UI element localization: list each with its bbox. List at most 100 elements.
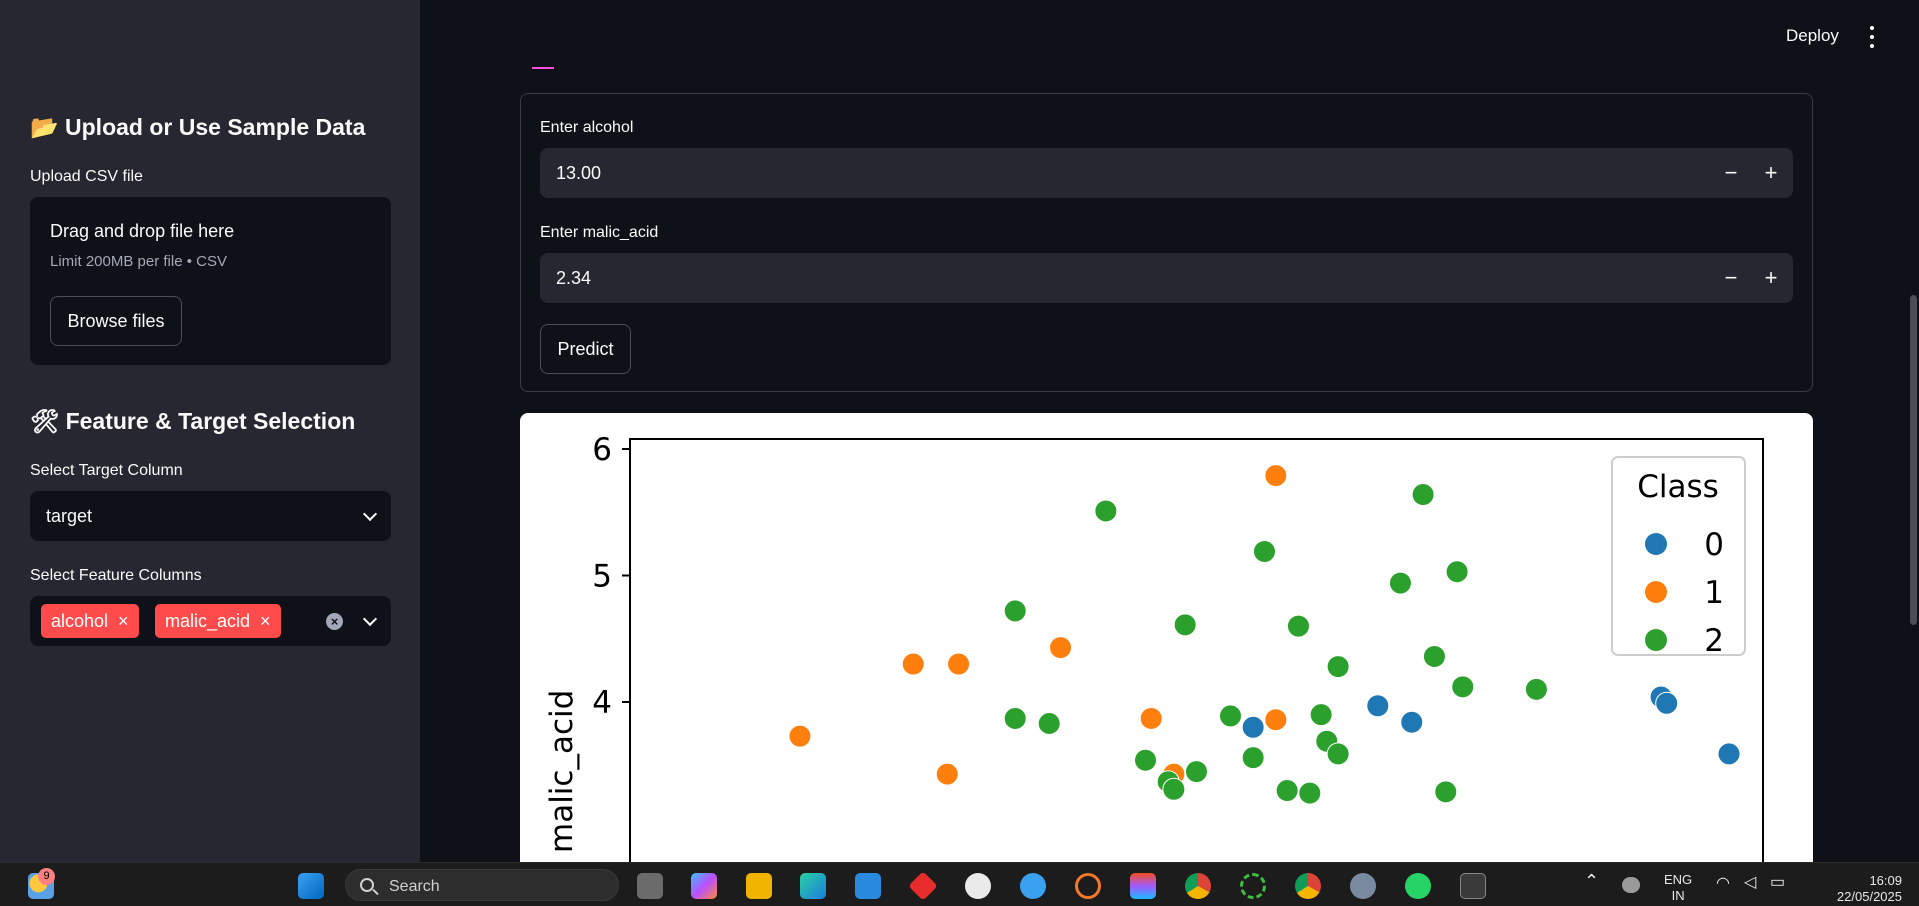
search-label: Search xyxy=(389,878,440,895)
scatter-point-class-2 xyxy=(1003,706,1027,730)
chrome-active-icon[interactable] xyxy=(1295,873,1321,899)
scatter-chart-card: 6 5 4 malic_acid Class 0 1 2 xyxy=(520,413,1813,862)
wifi-icon[interactable]: ◠ xyxy=(1716,876,1730,892)
taskbar: Search ⌃ ENG IN ◠ ◁ ▭ 16:09 22/05/2025 xyxy=(0,862,1919,906)
scatter-point-class-2 xyxy=(1173,613,1197,637)
scatter-point-class-2 xyxy=(1003,599,1027,623)
volume-icon[interactable]: ◁ xyxy=(1744,875,1756,891)
scatter-point-class-2 xyxy=(1241,746,1265,770)
legend-marker xyxy=(1645,629,1667,651)
file-dropzone[interactable]: Drag and drop file here Limit 200MB per … xyxy=(30,197,391,365)
deploy-button[interactable]: Deploy xyxy=(1786,26,1839,46)
scatter-point-class-2 xyxy=(1185,760,1208,784)
dropzone-limit: Limit 200MB per file • CSV xyxy=(50,253,227,270)
notification-badge: 9 xyxy=(38,868,55,885)
scatter-point-class-2 xyxy=(1326,655,1350,679)
app-a-icon[interactable] xyxy=(965,873,991,899)
clock[interactable]: 16:09 22/05/2025 xyxy=(1818,873,1902,905)
jupyter-icon[interactable] xyxy=(1075,873,1101,899)
plot-frame xyxy=(629,438,1764,862)
scatter-point-class-2 xyxy=(1286,614,1310,638)
feature-tag-malic-acid: malic_acid × xyxy=(155,604,281,638)
feature-tag-label: malic_acid xyxy=(165,610,251,631)
onedrive-icon[interactable] xyxy=(1622,877,1640,893)
alcohol-value[interactable]: 13.00 xyxy=(556,163,601,184)
file-explorer-icon[interactable] xyxy=(746,873,772,899)
scatter-point-class-2 xyxy=(1524,677,1548,701)
decrement-button[interactable]: − xyxy=(1717,160,1745,186)
scatter-point-class-2 xyxy=(1162,777,1186,801)
edge-icon[interactable] xyxy=(800,873,826,899)
y-tick-label: 5 xyxy=(592,559,612,595)
y-tick-label: 6 xyxy=(592,432,612,468)
help-icon[interactable] xyxy=(1020,873,1046,899)
scatter-point-class-1 xyxy=(1049,636,1073,660)
terminal-icon[interactable] xyxy=(1460,873,1486,899)
whatsapp-icon[interactable] xyxy=(1405,873,1431,899)
scatter-point-class-1 xyxy=(901,652,925,676)
taskbar-search[interactable]: Search xyxy=(345,869,619,901)
scatter-point-class-1 xyxy=(788,724,812,748)
scatter-point-class-2 xyxy=(1275,779,1299,803)
scatter-point-class-0 xyxy=(1400,710,1424,734)
settings-icon[interactable] xyxy=(1350,873,1376,899)
features-label: Select Feature Columns xyxy=(30,567,202,584)
target-label: Select Target Column xyxy=(30,462,183,479)
upload-label: Upload CSV file xyxy=(30,168,143,185)
chevron-up-icon[interactable]: ⌃ xyxy=(1584,872,1599,890)
loader-app-icon[interactable] xyxy=(1240,873,1266,899)
prediction-form: Enter alcohol 13.00 − + Enter malic_acid… xyxy=(520,93,1813,392)
increment-button[interactable]: + xyxy=(1757,265,1785,291)
malic-acid-number-input[interactable]: 2.34 − + xyxy=(540,253,1793,303)
browse-files-button[interactable]: Browse files xyxy=(50,296,182,346)
divider xyxy=(532,67,554,69)
scatter-point-class-2 xyxy=(1434,780,1458,804)
clock-date: 22/05/2025 xyxy=(1836,889,1902,904)
legend-label: 0 xyxy=(1704,527,1724,563)
scatter-point-class-2 xyxy=(1218,704,1242,728)
language-indicator[interactable]: ENG IN xyxy=(1664,872,1692,904)
scatter-point-class-2 xyxy=(1298,781,1322,805)
y-tick-label: 4 xyxy=(592,685,612,721)
scatter-point-class-0 xyxy=(1241,715,1265,739)
remove-tag-icon[interactable]: × xyxy=(118,611,129,632)
scatter-point-class-1 xyxy=(947,652,971,676)
store-icon[interactable] xyxy=(855,873,881,899)
scatter-point-class-2 xyxy=(1326,742,1350,766)
legend-marker xyxy=(1645,581,1667,603)
scatter-point-class-2 xyxy=(1134,748,1158,772)
legend-marker xyxy=(1645,533,1667,555)
battery-icon[interactable]: ▭ xyxy=(1770,875,1785,891)
target-select[interactable]: target xyxy=(30,491,391,541)
copilot-icon[interactable] xyxy=(691,873,717,899)
scatter-point-class-2 xyxy=(1411,483,1435,507)
scatter-point-class-1 xyxy=(1139,706,1163,730)
clear-all-icon[interactable]: × xyxy=(326,613,343,630)
chrome-icon[interactable] xyxy=(1185,873,1211,899)
figma-icon[interactable] xyxy=(1130,873,1156,899)
alcohol-number-input[interactable]: 13.00 − + xyxy=(540,148,1793,198)
windows-start-icon[interactable] xyxy=(298,873,324,899)
main-menu-icon[interactable] xyxy=(1866,26,1878,48)
task-view-icon[interactable] xyxy=(637,873,663,899)
feature-multiselect[interactable]: alcohol × malic_acid × × xyxy=(30,596,391,646)
increment-button[interactable]: + xyxy=(1757,160,1785,186)
scrollbar[interactable] xyxy=(1910,295,1917,625)
scatter-point-class-2 xyxy=(1037,712,1061,736)
app-red-icon[interactable] xyxy=(908,871,938,901)
chevron-down-icon[interactable] xyxy=(362,611,378,627)
sidebar: 📂 Upload or Use Sample Data Upload CSV f… xyxy=(0,0,420,862)
remove-tag-icon[interactable]: × xyxy=(260,611,271,632)
language-code: ENG xyxy=(1664,872,1693,887)
scatter-point-class-2 xyxy=(1094,499,1118,523)
predict-button[interactable]: Predict xyxy=(540,324,631,374)
target-select-value: target xyxy=(46,505,93,526)
scatter-point-class-1 xyxy=(1264,708,1288,732)
malic-acid-label: Enter malic_acid xyxy=(540,224,659,241)
scatter-point-class-0 xyxy=(1366,694,1390,718)
malic-acid-value[interactable]: 2.34 xyxy=(556,268,591,289)
decrement-button[interactable]: − xyxy=(1717,265,1745,291)
legend-label: 2 xyxy=(1704,623,1724,659)
clock-time: 16:09 xyxy=(1869,873,1902,888)
scatter-point-class-2 xyxy=(1422,644,1446,668)
